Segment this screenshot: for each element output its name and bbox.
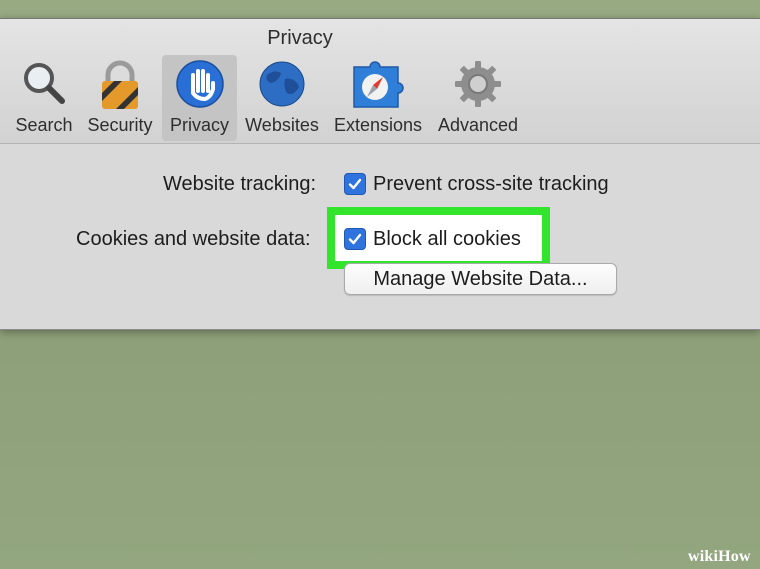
tab-websites-label: Websites <box>245 115 319 135</box>
prevent-tracking-label[interactable]: Prevent cross-site tracking <box>373 173 609 196</box>
checkmark-icon <box>348 178 362 190</box>
tab-search[interactable]: Search <box>8 55 80 141</box>
gear-icon <box>453 59 503 114</box>
prevent-tracking-checkbox[interactable] <box>344 173 366 195</box>
manage-website-data-button[interactable]: Manage Website Data... <box>344 263 617 295</box>
website-tracking-label: Website tracking: <box>163 173 317 195</box>
lock-icon <box>96 59 144 116</box>
wikihow-watermark: wikiHow <box>688 548 751 565</box>
tab-extensions-label: Extensions <box>333 115 423 135</box>
tab-privacy-label: Privacy <box>169 115 229 135</box>
cookies-website-data-label: Cookies and website data: <box>76 228 311 250</box>
tab-privacy[interactable]: Privacy <box>162 55 237 141</box>
search-icon <box>20 59 68 112</box>
tab-extensions[interactable]: Extensions <box>331 55 425 141</box>
tab-search-label: Search <box>15 115 73 135</box>
preferences-toolbar: Privacy Search Security Privacy Websites… <box>0 19 760 144</box>
block-cookies-label[interactable]: Block all cookies <box>373 228 521 251</box>
window-title: Privacy <box>267 27 333 49</box>
tab-advanced-label: Advanced <box>437 115 519 135</box>
tab-advanced[interactable]: Advanced <box>434 55 522 141</box>
puzzle-compass-icon <box>350 59 406 116</box>
checkmark-icon <box>348 233 362 245</box>
tab-security[interactable]: Security <box>84 55 156 141</box>
hand-icon <box>175 59 225 114</box>
globe-icon <box>257 59 307 114</box>
block-cookies-checkbox[interactable] <box>344 228 366 250</box>
tab-security-label: Security <box>87 115 153 135</box>
tab-websites[interactable]: Websites <box>242 55 322 141</box>
